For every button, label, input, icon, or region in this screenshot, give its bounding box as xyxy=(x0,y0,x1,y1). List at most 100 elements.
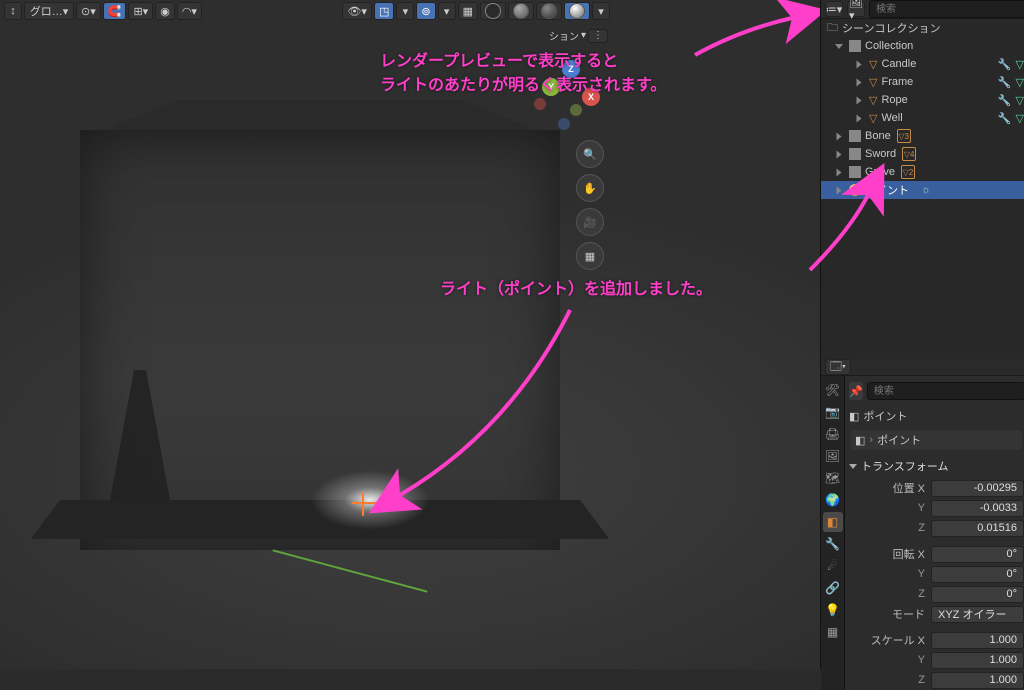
count-badge: ▽4 xyxy=(902,147,916,161)
outliner-item-point-light[interactable]: ポイント ☼ xyxy=(821,181,1024,199)
mesh-data-icon[interactable]: ▽ xyxy=(1016,76,1024,89)
perspective-toggle[interactable]: ▦ xyxy=(576,242,604,270)
count-badge: ▽3 xyxy=(897,129,911,143)
disclosure-icon[interactable] xyxy=(837,168,842,176)
rotation-z-input[interactable]: 0° xyxy=(931,586,1024,603)
rotation-mode-dropdown[interactable]: XYZ オイラー xyxy=(931,606,1024,623)
modifier-icon[interactable]: 🔧 xyxy=(998,112,1012,125)
tab-texture[interactable]: ▦ xyxy=(823,622,843,642)
location-z-input[interactable]: 0.01516 xyxy=(931,520,1024,537)
outliner[interactable]: 🗀 シーンコレクション Collection ▽Candle🔧▽ ▽Frame🔧… xyxy=(821,19,1024,359)
tab-tool[interactable]: 🛠 xyxy=(823,380,843,400)
arrows-icon: ↕ xyxy=(10,5,16,17)
tab-physics[interactable]: ☄ xyxy=(823,556,843,576)
modifier-icon[interactable]: 🔧 xyxy=(998,76,1012,89)
pivot-dropdown[interactable]: ⊙▾ xyxy=(76,2,101,20)
outliner-label: Sword xyxy=(865,148,896,160)
camera-view-button[interactable]: 🎥 xyxy=(576,208,604,236)
gizmo-z-axis[interactable]: Z xyxy=(562,60,580,78)
mesh-icon: ▽ xyxy=(869,94,877,107)
props-breadcrumb-object[interactable]: ◧ ポイント xyxy=(849,406,1024,426)
pin-button[interactable]: 📌 xyxy=(849,382,863,400)
outliner-view-dropdown[interactable]: 🖼▾ xyxy=(847,1,865,17)
disclosure-icon[interactable] xyxy=(857,60,862,68)
orientation-dropdown[interactable]: グロ… ▾ xyxy=(24,2,74,20)
interaction-mode-button[interactable]: ↕ xyxy=(4,2,22,20)
disclosure-icon[interactable] xyxy=(849,464,857,469)
outliner-item[interactable]: ▽Frame🔧▽ xyxy=(821,73,1024,91)
disclosure-icon[interactable] xyxy=(835,44,843,49)
outliner-label: Rope xyxy=(881,94,907,106)
gizmo-neg-z[interactable] xyxy=(558,118,570,130)
outliner-collection[interactable]: Grave▽2 xyxy=(821,163,1024,181)
viewport-options[interactable]: ション ▾ ⋮ xyxy=(549,28,608,43)
orientation-label: グロ… xyxy=(30,3,63,19)
outliner-display-mode[interactable]: ≔▾ xyxy=(825,1,843,17)
tab-object[interactable]: ◧ xyxy=(823,512,843,532)
field-label: Z xyxy=(849,522,931,534)
outliner-item[interactable]: ▽ Rope 🔧 ▽ xyxy=(821,91,1024,109)
tab-output[interactable]: 🖨 xyxy=(823,424,843,444)
scale-z-input[interactable]: 1.000 xyxy=(931,672,1024,689)
location-x-input[interactable]: -0.00295 xyxy=(931,480,1024,497)
props-breadcrumb-data[interactable]: ◧› ポイント xyxy=(851,430,1022,450)
object-icon: ◧ xyxy=(849,410,859,423)
gizmo-y-axis[interactable]: Y xyxy=(542,78,560,96)
gizmo-neg-y[interactable] xyxy=(570,104,582,116)
panel-transform-header[interactable]: トランスフォーム xyxy=(849,454,1024,478)
light-data-icon[interactable]: ☼ xyxy=(921,184,931,196)
outliner-collection[interactable]: Sword ▽4 xyxy=(821,145,1024,163)
location-y-input[interactable]: -0.0033 xyxy=(931,500,1024,517)
tab-data[interactable]: 💡 xyxy=(823,600,843,620)
mesh-data-icon[interactable]: ▽ xyxy=(1016,58,1024,71)
snap-toggle[interactable]: 🧲 xyxy=(103,2,127,20)
outliner-collection[interactable]: Bone ▽3 xyxy=(821,127,1024,145)
properties-editor-dropdown[interactable]: 🗔▾ xyxy=(825,359,851,375)
gizmo-x-axis[interactable]: X xyxy=(582,88,600,106)
collection-icon xyxy=(849,148,861,160)
tab-constraints[interactable]: 🔗 xyxy=(823,578,843,598)
outliner-scene-root[interactable]: 🗀 シーンコレクション xyxy=(821,19,1024,37)
cursor-3d-icon[interactable] xyxy=(352,492,376,516)
disclosure-icon[interactable] xyxy=(857,96,862,104)
tab-scene[interactable]: 🗺 xyxy=(823,468,843,488)
modifier-icon[interactable]: 🔧 xyxy=(998,58,1012,71)
light-icon xyxy=(849,184,861,196)
zoom-button[interactable]: 🔍 xyxy=(576,140,604,168)
filter-icon[interactable]: ⋮ xyxy=(588,29,608,43)
scale-x-input[interactable]: 1.000 xyxy=(931,632,1024,649)
proportional-falloff-dropdown[interactable]: ◠▾ xyxy=(177,2,202,20)
rotation-x-input[interactable]: 0° xyxy=(931,546,1024,563)
snap-type-dropdown[interactable]: ⊞▾ xyxy=(128,2,153,20)
disclosure-icon[interactable] xyxy=(857,114,862,122)
gizmo-neg-x[interactable] xyxy=(534,98,546,110)
field-label: Y xyxy=(849,568,931,580)
properties-tabs: 🛠 📷 🖨 🖼 🗺 🌍 ◧ 🔧 ☄ 🔗 💡 ▦ xyxy=(821,376,845,690)
chevron-down-icon: ▾ xyxy=(63,5,69,18)
tab-modifiers[interactable]: 🔧 xyxy=(823,534,843,554)
pan-button[interactable]: ✋ xyxy=(576,174,604,202)
crumb-label: ポイント xyxy=(877,432,921,448)
modifier-icon[interactable]: 🔧 xyxy=(998,94,1012,107)
tab-render[interactable]: 📷 xyxy=(823,402,843,422)
outliner-collection[interactable]: Collection xyxy=(821,37,1024,55)
outliner-label: Bone xyxy=(865,130,891,142)
disclosure-icon[interactable] xyxy=(837,186,842,194)
collection-icon xyxy=(849,130,861,142)
disclosure-icon[interactable] xyxy=(837,132,842,140)
viewport-3d[interactable]: ↕ グロ… ▾ ⊙▾ 🧲 ⊞▾ ◉ ◠▾ 👁▾ ◳ ▾ ⊚ ▾ ▦ ▾ ション … xyxy=(0,0,820,669)
disclosure-icon[interactable] xyxy=(857,78,862,86)
scale-y-input[interactable]: 1.000 xyxy=(931,652,1024,669)
mesh-data-icon[interactable]: ▽ xyxy=(1016,112,1024,125)
outliner-search-input[interactable] xyxy=(869,0,1024,18)
outliner-item[interactable]: ▽Well🔧▽ xyxy=(821,109,1024,127)
mesh-data-icon[interactable]: ▽ xyxy=(1016,94,1024,107)
outliner-item[interactable]: ▽Candle🔧▽ xyxy=(821,55,1024,73)
rotation-y-input[interactable]: 0° xyxy=(931,566,1024,583)
disclosure-icon[interactable] xyxy=(837,150,842,158)
properties-search-input[interactable] xyxy=(867,382,1024,400)
nav-gizmo[interactable]: Z Y X xyxy=(530,60,600,130)
tab-world[interactable]: 🌍 xyxy=(823,490,843,510)
tab-view-layer[interactable]: 🖼 xyxy=(823,446,843,466)
proportional-edit-toggle[interactable]: ◉ xyxy=(155,2,175,20)
